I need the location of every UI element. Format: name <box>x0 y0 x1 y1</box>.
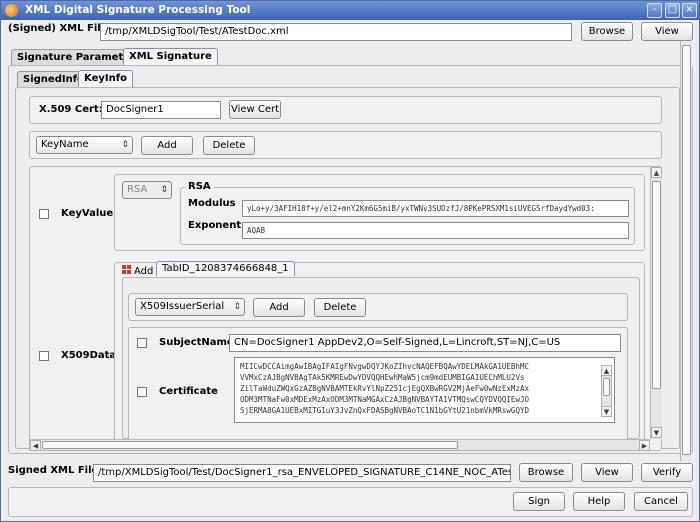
close-icon[interactable]: × <box>682 3 697 18</box>
key-area-scroll-thumb[interactable] <box>652 181 661 389</box>
delete-x509-button[interactable]: Delete <box>314 298 366 317</box>
certificate-checkbox[interactable] <box>137 387 147 397</box>
keyvalue-checkbox[interactable] <box>39 209 49 219</box>
x509-cert-label: X.509 Cert: <box>39 104 103 115</box>
certificate-scroll-thumb[interactable] <box>603 378 610 396</box>
tab-x509data-entry[interactable]: TabID_1208374666848_1 <box>156 261 295 276</box>
minimize-icon[interactable]: - <box>647 3 662 18</box>
x509data-checkbox[interactable] <box>39 351 49 361</box>
main-vertical-scrollbar[interactable] <box>680 41 692 461</box>
certificate-line: SjERMA8GA1UEBxMITG1uY3JvZnQxFDASBgNVBAoT… <box>240 406 529 415</box>
scroll-up-icon[interactable]: ▲ <box>651 167 662 178</box>
updown-arrow-icon: ⇕ <box>233 302 241 312</box>
certificate-line: VVMxCzAJBgNVBAgTAk5KMREwDwYDVQQHEwhMaW5j… <box>240 373 525 382</box>
signed-output-label: Signed XML File <box>8 465 99 476</box>
modulus-input[interactable]: yLo+y/3AFIH18f+y/el2+mnY2Km6G5miB/yxTWNv… <box>242 200 629 217</box>
x509-type-select[interactable]: X509IssuerSerial ⇕ <box>135 298 245 316</box>
browse-input-button[interactable]: Browse <box>581 22 633 41</box>
keyvalue-label: KeyValue <box>61 208 114 219</box>
key-type-select[interactable]: KeyName ⇕ <box>36 136 133 154</box>
exponent-label: Exponent <box>188 220 242 231</box>
exponent-input[interactable]: AQAB <box>242 222 629 239</box>
maximize-icon[interactable]: □ <box>665 3 680 18</box>
cancel-button[interactable]: Cancel <box>634 492 688 511</box>
key-entries-scroll-area: KeyValue RSA ⇕ RSA Modulus yLo+y/3AFIH18… <box>29 166 662 451</box>
modulus-label: Modulus <box>188 198 236 209</box>
signed-output-input[interactable]: /tmp/XMLDSigTool/Test/DocSigner1_rsa_ENV… <box>93 464 511 482</box>
tab-xml-signature[interactable]: XML Signature <box>123 48 218 65</box>
add-key-button[interactable]: Add <box>141 136 193 155</box>
scroll-down-icon[interactable]: ▼ <box>651 427 662 438</box>
x509-type-selected: X509IssuerSerial <box>140 301 225 312</box>
subjectname-label: SubjectName <box>159 337 234 348</box>
verify-button[interactable]: Verify <box>641 463 693 482</box>
scroll-up-icon[interactable]: ▲ <box>601 365 612 376</box>
add-tab-icon[interactable] <box>122 265 131 274</box>
rsa-group-title: RSA <box>185 181 214 192</box>
subjectname-checkbox[interactable] <box>137 338 147 348</box>
main-window: XML Digital Signature Processing Tool - … <box>0 0 700 522</box>
scroll-left-icon[interactable]: ◀ <box>30 440 41 451</box>
certificate-scrollbar[interactable]: ▲ ▼ <box>601 365 612 417</box>
key-area-horizontal-scrollbar[interactable]: ◀ ▶ <box>30 439 650 451</box>
browse-output-button[interactable]: Browse <box>519 463 573 482</box>
certificate-line: ODM3MTNaFw0xMDExMzAxODM3MTNaMGAxCzAJBgNV… <box>240 395 529 404</box>
updown-arrow-icon: ⇕ <box>121 140 129 150</box>
view-input-button[interactable]: View <box>641 22 693 41</box>
help-button[interactable]: Help <box>573 492 625 511</box>
key-area-hscroll-thumb[interactable] <box>42 441 458 449</box>
signed-xml-file-label: (Signed) XML File <box>8 23 108 34</box>
signed-xml-file-input[interactable]: /tmp/XMLDSigTool/Test/ATestDoc.xml <box>100 23 572 41</box>
x509data-label: X509Data <box>61 350 117 361</box>
certificate-line: ZilTaWduZWQxGzAZBgNVBAMTEkRvYlNpZ251cjEg… <box>240 384 529 393</box>
add-x509-button[interactable]: Add <box>253 298 305 317</box>
key-type-selected: KeyName <box>41 139 89 150</box>
certificate-line: MIICwDCCAimgAwIBAgIFAIgFNvgwDQYJKoZIhvcN… <box>240 362 529 371</box>
view-cert-button[interactable]: View Cert <box>229 100 281 119</box>
keyvalue-algo-select[interactable]: RSA ⇕ <box>122 181 172 199</box>
subjectname-input[interactable]: CN=DocSigner1 AppDev2,O=Self-Signed,L=Li… <box>229 334 621 352</box>
window-title: XML Digital Signature Processing Tool <box>25 4 251 16</box>
delete-key-button[interactable]: Delete <box>203 136 255 155</box>
certificate-label: Certificate <box>159 386 218 397</box>
tab-keyinfo[interactable]: KeyInfo <box>78 70 133 87</box>
main-scroll-thumb[interactable] <box>682 45 691 455</box>
x509-cert-input[interactable]: DocSigner1 <box>101 101 221 119</box>
app-icon <box>5 4 18 17</box>
certificate-textarea[interactable]: MIICwDCCAimgAwIBAgIFAIgFNvgwDQYJKoZIhvcN… <box>234 357 615 423</box>
title-bar: XML Digital Signature Processing Tool - … <box>1 1 699 20</box>
scroll-down-icon[interactable]: ▼ <box>601 406 612 417</box>
updown-arrow-icon: ⇕ <box>160 185 168 195</box>
scroll-right-icon[interactable]: ▶ <box>639 440 650 451</box>
add-tab-label[interactable]: Add <box>134 266 153 277</box>
sign-button[interactable]: Sign <box>513 492 565 511</box>
algo-selected: RSA <box>127 184 148 195</box>
key-area-vertical-scrollbar[interactable]: ▲ ▼ <box>650 167 662 439</box>
view-output-button[interactable]: View <box>581 463 633 482</box>
